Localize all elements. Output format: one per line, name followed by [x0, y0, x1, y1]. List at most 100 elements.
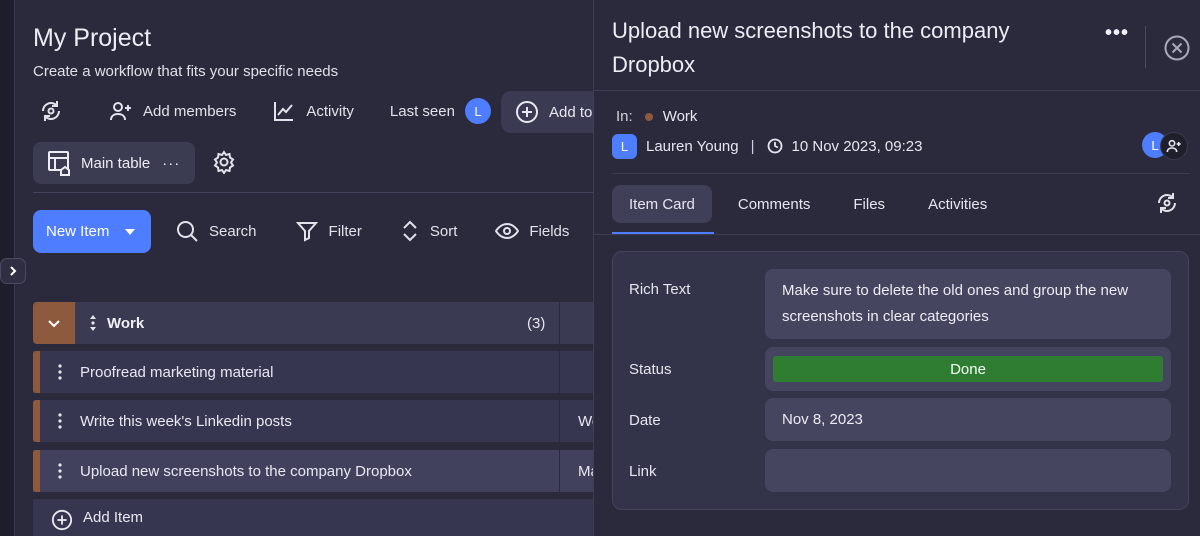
divider: [594, 90, 1200, 91]
add-item-label: Add Item: [83, 509, 144, 526]
add-person-icon: [110, 102, 131, 121]
search-button[interactable]: Search: [175, 214, 257, 248]
table-home-icon: [48, 151, 70, 176]
table-toolbar: Search Filter Sort Fields: [175, 214, 607, 248]
kebab-icon: [58, 413, 62, 429]
item-detail-panel: Upload new screenshots to the company Dr…: [593, 0, 1200, 536]
status-badge: Done: [773, 356, 1163, 382]
add-person-icon: [1166, 139, 1181, 153]
plus-circle-icon: [51, 509, 73, 531]
date-field[interactable]: Nov 8, 2023: [765, 398, 1171, 441]
last-seen-label: Last seen: [389, 102, 455, 120]
rich-text-field[interactable]: Make sure to delete the old ones and gro…: [765, 269, 1171, 339]
sort-label: Sort: [429, 222, 458, 240]
item-tabs: Item Card Comments Files Activities: [612, 184, 1013, 224]
search-label: Search: [209, 222, 257, 240]
group-count: (3): [527, 314, 546, 332]
group-color-dot: [644, 112, 653, 121]
row-name: Proofread marketing material: [80, 363, 274, 381]
tab-comments[interactable]: Comments: [721, 185, 828, 223]
search-icon: [177, 221, 198, 242]
add-item-button[interactable]: Add Item: [33, 499, 615, 536]
view-more-button[interactable]: ···: [162, 155, 180, 172]
sidebar-toggle-button[interactable]: [0, 258, 26, 284]
sync-button[interactable]: [39, 94, 73, 128]
column-divider: [559, 351, 560, 393]
link-field[interactable]: [765, 449, 1171, 492]
table-row[interactable]: Write this week's Linkedin posts We: [33, 400, 615, 442]
divider: [612, 173, 1190, 174]
group-color-stripe: [33, 351, 40, 393]
item-more-button[interactable]: •••: [1105, 22, 1129, 45]
add-assignee-button[interactable]: [1160, 132, 1188, 160]
sync-icon[interactable]: [1155, 191, 1179, 215]
divider: [33, 192, 615, 193]
item-meta-line: L Lauren Young | 10 Nov 2023, 09:23: [612, 133, 922, 159]
new-item-label: New Item: [46, 223, 110, 240]
kebab-icon: [58, 364, 62, 380]
chevron-down-icon: [48, 320, 60, 328]
activity-label: Activity: [306, 102, 354, 120]
eye-icon: [495, 222, 520, 240]
activity-button[interactable]: Activity: [272, 94, 354, 128]
fields-label: Fields: [529, 222, 570, 240]
tab-activities[interactable]: Activities: [911, 185, 1004, 223]
close-icon[interactable]: [1164, 35, 1190, 61]
status-field[interactable]: Done: [765, 347, 1171, 391]
field-label-link: Link: [629, 463, 657, 480]
item-title[interactable]: Upload new screenshots to the company Dr…: [612, 14, 1072, 82]
app-window: My Project Create a workflow that fits y…: [0, 0, 1200, 536]
group-color-stripe: [33, 450, 40, 492]
owner-avatar: L: [612, 133, 637, 159]
item-group-line: In: Work: [616, 108, 697, 125]
chevron-right-icon: [10, 266, 17, 276]
view-tab-label: Main table: [81, 154, 151, 172]
kebab-icon: [58, 463, 62, 479]
plus-circle-icon: [516, 101, 538, 123]
table-row[interactable]: Proofread marketing material: [33, 351, 615, 393]
divider: [1145, 26, 1146, 68]
add-members-button[interactable]: Add members: [109, 94, 236, 128]
page-subtitle: Create a workflow that fits your specifi…: [33, 63, 339, 80]
row-name: Write this week's Linkedin posts: [80, 412, 292, 430]
field-label-rich-text: Rich Text: [629, 281, 691, 298]
group-header[interactable]: Work (3): [33, 302, 615, 344]
assignees[interactable]: L: [1142, 132, 1188, 160]
item-card: Rich Text Make sure to delete the old on…: [612, 251, 1189, 510]
sort-button[interactable]: Sort: [400, 214, 458, 248]
chevron-down-icon[interactable]: [125, 228, 135, 235]
column-divider: [559, 450, 560, 492]
filter-label: Filter: [328, 222, 362, 240]
table-row[interactable]: Upload new screenshots to the company Dr…: [33, 450, 615, 492]
in-label: In:: [616, 108, 633, 125]
group-name-label: Work: [107, 314, 145, 332]
view-tab-main-table[interactable]: Main table ···: [33, 142, 195, 184]
row-menu-button[interactable]: [40, 364, 80, 380]
filter-icon: [295, 222, 318, 242]
owner-name: Lauren Young: [646, 137, 739, 155]
row-menu-button[interactable]: [40, 463, 80, 479]
row-menu-button[interactable]: [40, 413, 80, 429]
board-toolbar: Add members Activity Last seen L: [39, 94, 527, 128]
new-item-button[interactable]: New Item: [33, 210, 151, 253]
tab-item-card[interactable]: Item Card: [612, 185, 712, 223]
column-divider: [559, 302, 560, 344]
filter-button[interactable]: Filter: [295, 214, 362, 248]
page-title: My Project: [33, 24, 152, 52]
avatar: L: [464, 98, 491, 124]
group-name: Work: [89, 315, 144, 332]
group-color-stripe: [33, 400, 40, 442]
drag-handle-icon[interactable]: [89, 315, 97, 331]
activity-chart-icon: [274, 102, 294, 121]
group-collapse-button[interactable]: [33, 302, 75, 344]
board-panel: My Project Create a workflow that fits y…: [14, 0, 641, 536]
column-divider: [559, 400, 560, 442]
row-name: Upload new screenshots to the company Dr…: [80, 462, 412, 480]
sync-icon: [42, 101, 60, 121]
add-members-label: Add members: [143, 102, 237, 120]
gear-icon[interactable]: [212, 150, 236, 174]
item-group-name[interactable]: Work: [663, 108, 698, 125]
fields-button[interactable]: Fields: [495, 214, 569, 248]
last-seen-button[interactable]: Last seen L: [390, 94, 491, 128]
tab-files[interactable]: Files: [836, 185, 902, 223]
